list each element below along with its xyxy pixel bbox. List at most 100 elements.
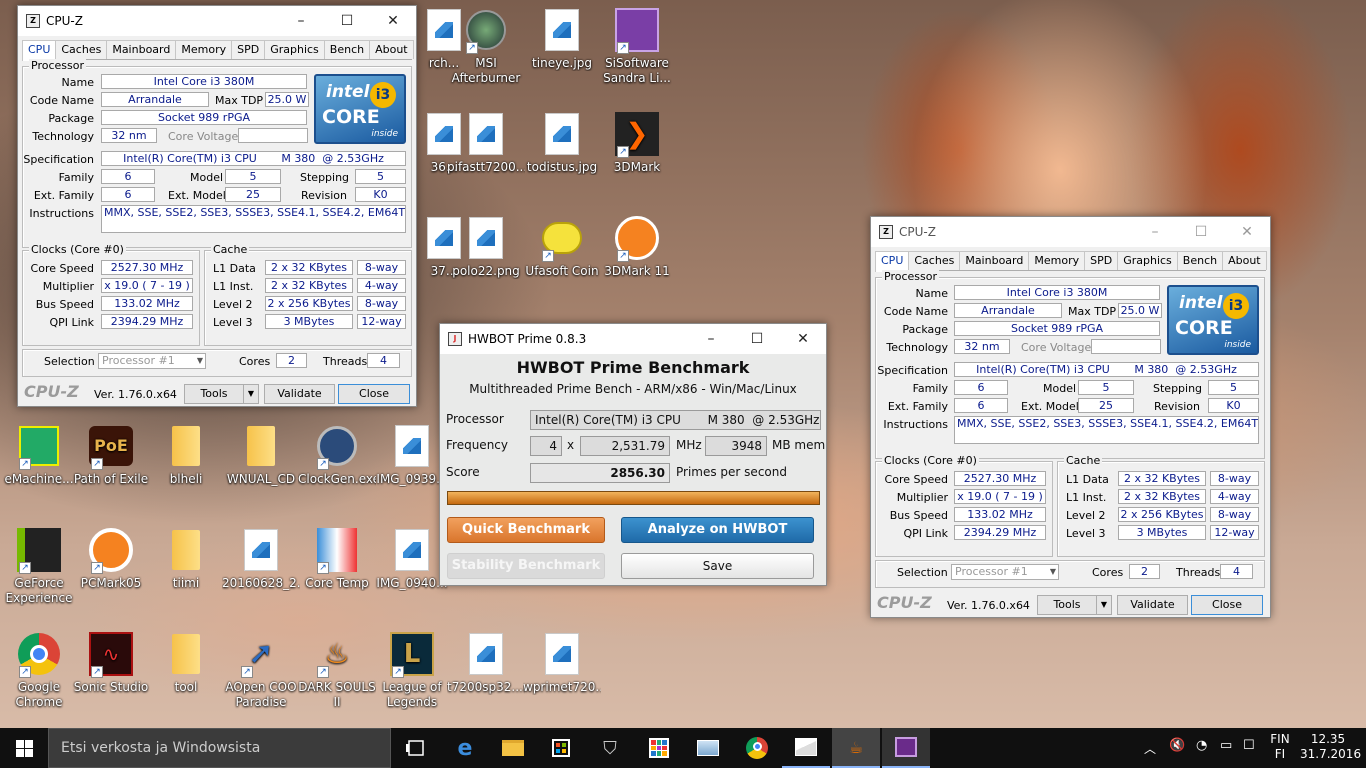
stability-benchmark-button[interactable]: Stability Benchmark (447, 553, 605, 579)
cpuz-titlebar[interactable]: Z CPU-Z – ☐ ✕ (18, 6, 416, 36)
photos-icon[interactable] (782, 728, 830, 768)
tab-graphics[interactable]: Graphics (264, 40, 325, 59)
cpuz-body: CPU Caches Mainboard Memory SPD Graphics Bench… (18, 36, 416, 406)
notification-icon[interactable]: ☐ (1243, 738, 1255, 753)
desktop-icon[interactable]: PoE ↗ Path of Exile (72, 424, 150, 487)
qpi-label: QPI Link (903, 527, 948, 540)
close-window-button[interactable]: ✕ (1224, 224, 1270, 240)
desktop-icon[interactable]: polo22.png (447, 216, 525, 279)
cpuz-taskbar-icon[interactable] (882, 728, 930, 768)
tab-mainboard[interactable]: Mainboard (106, 40, 177, 59)
office-icon[interactable] (635, 728, 683, 768)
desktop-icon[interactable]: tool (147, 632, 225, 695)
java-taskbar-icon[interactable]: ☕ (832, 728, 880, 768)
desktop-icon[interactable]: WNUAL_CD (222, 424, 300, 487)
tab-memory[interactable]: Memory (175, 40, 233, 59)
processor-select[interactable]: Processor #1 (98, 353, 206, 369)
desktop-icon[interactable]: ↗ PCMark05 (72, 528, 150, 591)
codename-value: Arrandale (101, 92, 209, 107)
analyze-hwbot-button[interactable]: Analyze on HWBOT (621, 517, 814, 543)
shortcut-arrow-icon: ↗ (91, 458, 103, 470)
image-file-icon (469, 217, 503, 259)
desktop-icon[interactable]: L ↗ League of Legends (373, 632, 451, 710)
chrome-taskbar-icon[interactable] (733, 728, 781, 768)
tab-spd[interactable]: SPD (231, 40, 266, 59)
tab-bench[interactable]: Bench (1176, 251, 1224, 270)
save-button[interactable]: Save (621, 553, 814, 579)
tab-bench[interactable]: Bench (323, 40, 371, 59)
taskbar-search-box[interactable]: Etsi verkosta ja Windowsista (48, 728, 391, 768)
tab-graphics[interactable]: Graphics (1117, 251, 1178, 270)
desktop-icon[interactable]: t7200sp32.... (447, 632, 525, 695)
desktop-icon[interactable]: ↗ Core Temp (298, 528, 376, 591)
spec-value: Intel(R) Core(TM) i3 CPU M 380 @ 2.53GHz (954, 362, 1259, 377)
tab-about[interactable]: About (369, 40, 414, 59)
tab-cpu[interactable]: CPU (875, 251, 910, 272)
maximize-button[interactable]: ☐ (324, 13, 370, 29)
wifi-icon[interactable]: ◔ (1196, 738, 1207, 753)
desktop-icon[interactable]: ❯ ↗ 3DMark (598, 112, 676, 175)
close-button[interactable]: Close (1191, 595, 1263, 615)
validate-button[interactable]: Validate (264, 384, 335, 404)
maximize-button[interactable]: ☐ (1178, 224, 1224, 240)
desktop-icon[interactable]: tiimi (147, 528, 225, 591)
cpuz-titlebar[interactable]: Z CPU-Z – ☐ ✕ (871, 217, 1270, 247)
file-explorer-icon[interactable] (489, 728, 537, 768)
mute-volume-icon[interactable]: 🔇 (1169, 738, 1185, 753)
desktop-icon[interactable]: ↗ eMachine... (0, 424, 78, 487)
edge-icon[interactable]: e (441, 728, 489, 768)
desktop-icon[interactable]: ↗ Google Chrome (0, 632, 78, 710)
tools-dropdown-button[interactable]: ▼ (1096, 595, 1112, 615)
tab-caches[interactable]: Caches (55, 40, 108, 59)
store-icon[interactable] (537, 728, 585, 768)
desktop-icon[interactable]: todistus.jpg (523, 112, 601, 175)
desktop-icon[interactable]: ↗ ClockGen.exe (298, 424, 376, 487)
desktop-icon[interactable]: ♨ ↗ DARK SOULS II (298, 632, 376, 710)
desktop-icon[interactable]: ∿ ↗ Sonic Studio (72, 632, 150, 695)
clock[interactable]: 12.35 31.7.2016 (1300, 732, 1361, 762)
monitor-app-icon[interactable] (684, 728, 732, 768)
l1i-label: L1 Inst. (213, 280, 254, 293)
language-indicator[interactable]: FIN FI (1268, 732, 1292, 762)
tab-spd[interactable]: SPD (1084, 251, 1119, 270)
tab-caches[interactable]: Caches (908, 251, 961, 270)
desktop-icon[interactable]: ↗ 3DMark 11 (598, 216, 676, 279)
tools-dropdown-button[interactable]: ▼ (243, 384, 259, 404)
processor-select[interactable]: Processor #1 (951, 564, 1059, 580)
desktop-icon[interactable]: ↗ Ufasoft Coin (523, 216, 601, 279)
desktop-icon[interactable]: 20160628_2... (222, 528, 300, 591)
tools-button[interactable]: Tools (1037, 595, 1097, 615)
tab-about[interactable]: About (1222, 251, 1267, 270)
minimize-button[interactable]: – (278, 13, 324, 29)
minimize-button[interactable]: – (1132, 224, 1178, 240)
desktop-icon[interactable]: ↗ SiSoftware Sandra Li... (598, 8, 676, 86)
desktop-icon[interactable]: wprimet720... (523, 632, 601, 695)
start-button[interactable] (0, 728, 48, 768)
desktop-icon[interactable]: ↗ MSI Afterburner (447, 8, 525, 86)
desktop-icon[interactable]: ↗ GeForce Experience (0, 528, 78, 606)
close-window-button[interactable]: ✕ (370, 13, 416, 29)
close-window-button[interactable]: ✕ (780, 331, 826, 347)
minimize-button[interactable]: – (688, 331, 734, 347)
quick-benchmark-button[interactable]: Quick Benchmark (447, 517, 605, 543)
desktop-icon-graphic (390, 424, 434, 468)
close-button[interactable]: Close (338, 384, 410, 404)
desktop-icon-graphic (464, 112, 508, 156)
tab-memory[interactable]: Memory (1028, 251, 1086, 270)
tab-mainboard[interactable]: Mainboard (959, 251, 1030, 270)
folder-icon (172, 634, 200, 674)
battery-icon[interactable]: ▭ (1220, 738, 1232, 753)
desktop-icon[interactable]: tineye.jpg (523, 8, 601, 71)
maximize-button[interactable]: ☐ (734, 331, 780, 347)
tray-chevron-icon[interactable]: ︿ (1144, 740, 1156, 757)
task-view-icon[interactable] (392, 728, 440, 768)
tab-cpu[interactable]: CPU (22, 40, 57, 61)
world-of-tanks-icon[interactable]: ⛉ (586, 728, 634, 768)
hwbot-titlebar[interactable]: J HWBOT Prime 0.8.3 – ☐ ✕ (440, 324, 826, 354)
desktop-icon[interactable]: pifastt7200... (447, 112, 525, 175)
desktop-icon[interactable]: ➚ ↗ AOpen COO Paradise (222, 632, 300, 710)
desktop-icon[interactable]: blheli (147, 424, 225, 487)
l3-value: 3 MBytes (1118, 525, 1206, 540)
validate-button[interactable]: Validate (1117, 595, 1188, 615)
tools-button[interactable]: Tools (184, 384, 244, 404)
